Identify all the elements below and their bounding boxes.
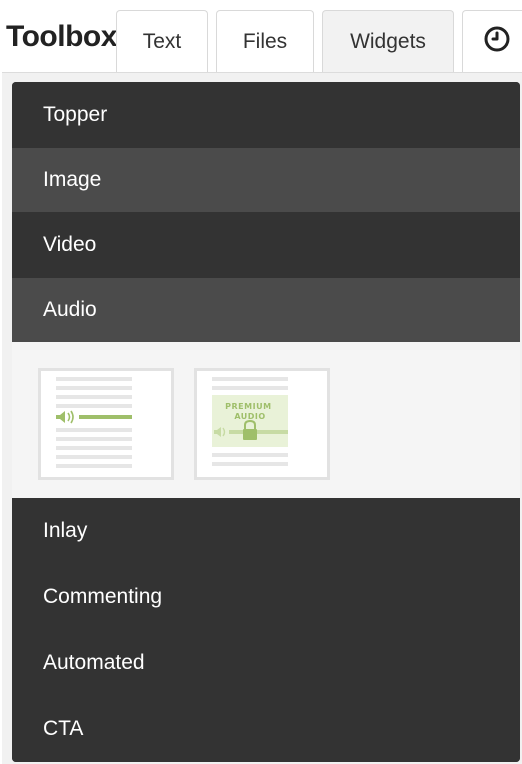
toolbox-panel: Toolbox Text Files Widgets Topper Image … <box>0 0 522 764</box>
widget-item-label: CTA <box>43 717 84 740</box>
page-title: Toolbox <box>6 20 117 53</box>
widget-accordion: Topper Image Video Audio PREMIUM AUDIO I… <box>12 82 520 762</box>
widget-item-cta[interactable]: CTA <box>12 696 520 762</box>
tab-text[interactable]: Text <box>116 10 208 72</box>
clock-icon <box>483 25 511 59</box>
widget-item-commenting[interactable]: Commenting <box>12 564 520 630</box>
tab-files[interactable]: Files <box>216 10 314 72</box>
widget-item-label: Audio <box>43 298 97 321</box>
widget-item-label: Image <box>43 168 102 191</box>
widget-item-image[interactable]: Image <box>12 148 520 212</box>
widget-item-automated[interactable]: Automated <box>12 630 520 696</box>
widget-item-topper[interactable]: Topper <box>12 82 520 148</box>
widget-item-video[interactable]: Video <box>12 212 520 278</box>
widget-item-label: Video <box>43 233 97 256</box>
tab-widgets[interactable]: Widgets <box>322 10 454 72</box>
widget-item-label: Automated <box>43 651 145 674</box>
premium-label-word-1: PREMIUM <box>225 402 271 411</box>
premium-label-word-2: AUDIO <box>234 412 265 421</box>
widget-item-audio[interactable]: Audio <box>12 278 520 342</box>
tab-history[interactable] <box>462 10 522 72</box>
widget-item-label: Commenting <box>43 585 163 608</box>
widget-item-inlay[interactable]: Inlay <box>12 498 520 564</box>
audio-widget-thumbnail[interactable] <box>38 368 174 480</box>
premium-audio-widget-thumbnail[interactable]: PREMIUM AUDIO <box>194 368 330 480</box>
widget-item-label: Inlay <box>43 519 88 542</box>
widget-item-label: Topper <box>43 103 108 126</box>
audio-widget-options: PREMIUM AUDIO <box>12 342 520 498</box>
speaker-icon <box>56 410 74 424</box>
